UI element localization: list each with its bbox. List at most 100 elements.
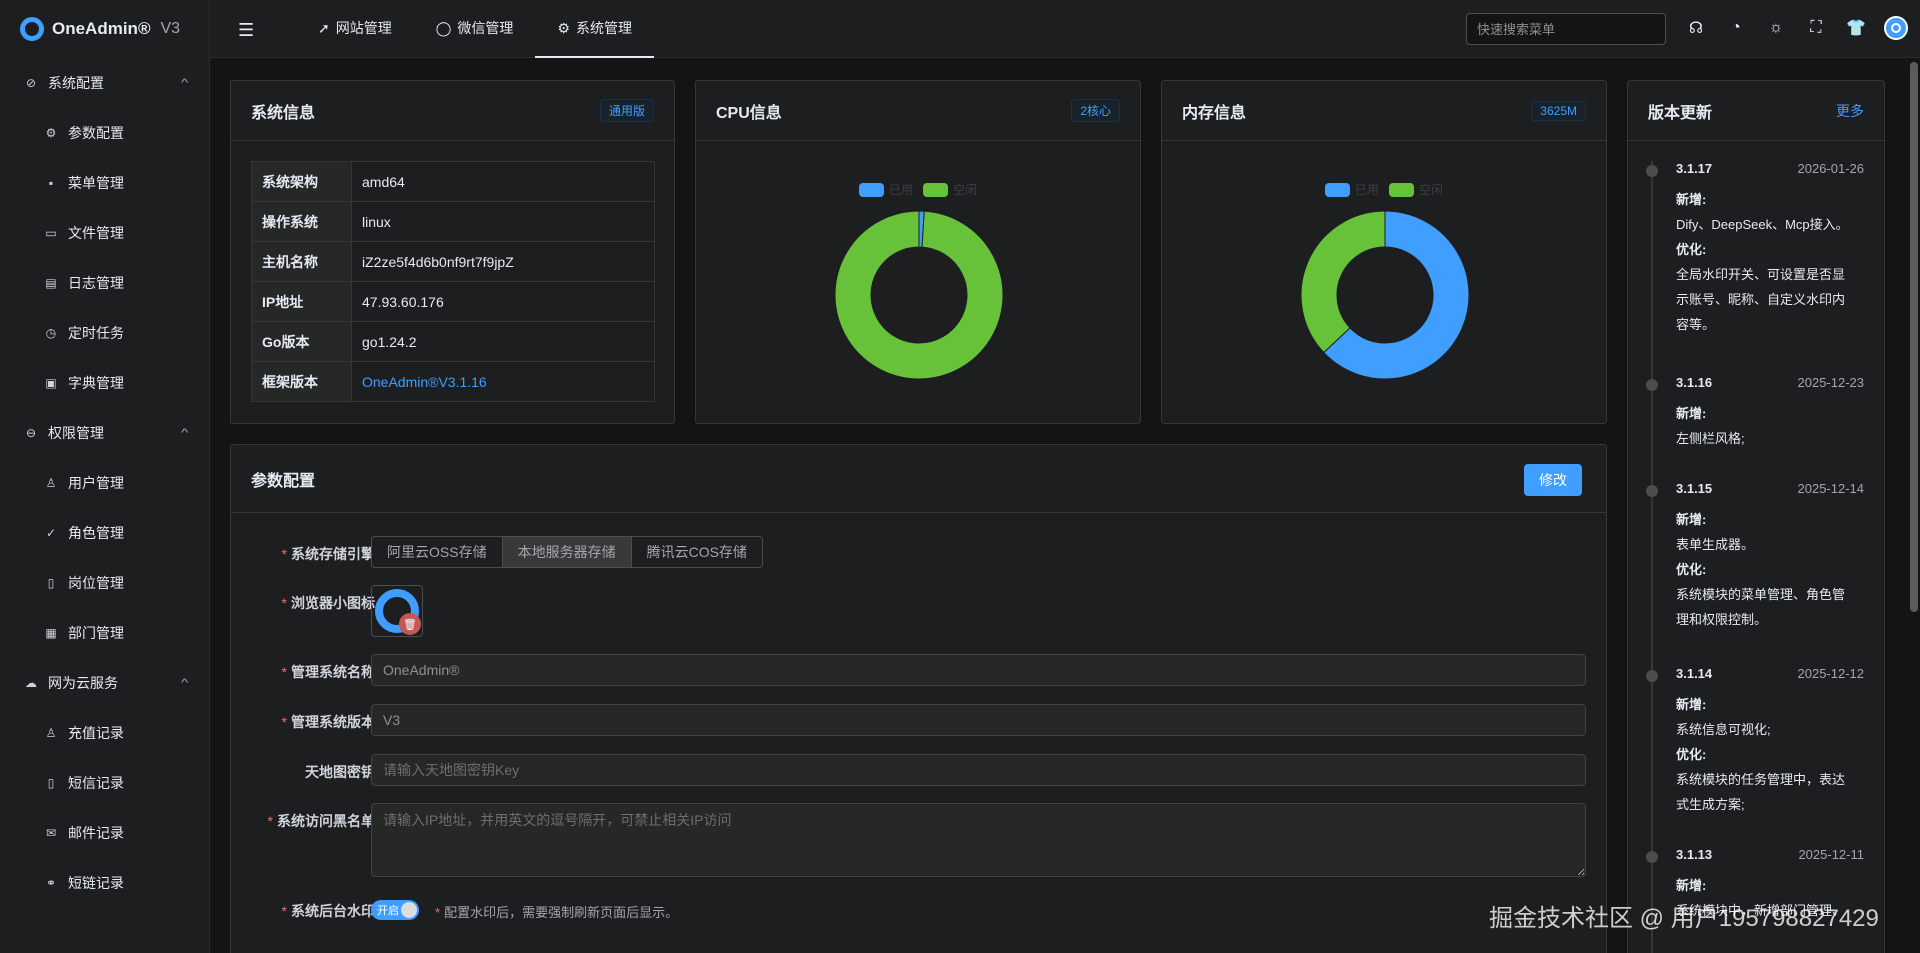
avatar[interactable] [1884, 16, 1908, 40]
blacklist-textarea[interactable] [371, 803, 1586, 877]
header-icons: ☊ ◔ ☼ ⛶ 👕 [1684, 16, 1908, 40]
sidebar-item-label: 邮件记录 [68, 825, 124, 841]
note-line: 表单生成器。 [1676, 537, 1755, 552]
palette-icon[interactable]: ◔ [1724, 16, 1748, 40]
sidebar-item-dict[interactable]: ▣ 字典管理 [0, 358, 209, 408]
sidebar-item-shortlink[interactable]: ⚭ 短链记录 [0, 858, 209, 908]
menu-group-label: 网为云服务 [48, 675, 118, 691]
timeline-dot [1646, 485, 1658, 497]
sidebar-item-label: 短链记录 [68, 875, 124, 891]
phone-icon: ▯ [47, 776, 55, 790]
version-date: 2025-12-11 [1798, 847, 1864, 862]
sidebar-item-posts[interactable]: ▯ 岗位管理 [0, 558, 209, 608]
timeline-item: 3.1.14 2025-12-12 新增: 系统信息可视化; 优化: 系统模块的任务管理中… [1646, 666, 1864, 817]
storage-option-local[interactable]: 本地服务器存储 [502, 536, 632, 568]
sidebar-item-menus[interactable]: ▪ 菜单管理 [0, 158, 209, 208]
favicon-preview: 🗑 [375, 589, 421, 635]
timeline-item: 3.1.15 2025-12-14 新增: 表单生成器。 优化: 系统模块的菜单管理、角色… [1646, 481, 1864, 632]
watermark-hint: * 配置水印后，需要强制刷新页面后显示。 [435, 905, 679, 920]
map-key-input[interactable] [371, 754, 1586, 786]
menu-group-permissions[interactable]: ⊖ 权限管理 ^ [0, 408, 209, 458]
row-key: 操作系统 [251, 201, 352, 242]
tab-system[interactable]: ⚙ 系统管理 [535, 0, 654, 58]
version-number: 3.1.16 [1676, 375, 1713, 390]
menu-search-input[interactable] [1466, 13, 1666, 45]
sidebar-item-files[interactable]: ▭ 文件管理 [0, 208, 209, 258]
menu-group-cloud[interactable]: ☁ 网为云服务 ^ [0, 658, 209, 708]
note-line: 优化: [1676, 562, 1707, 577]
notebook-icon: ▯ [47, 576, 55, 590]
sidebar-item-recharge[interactable]: ♙ 充值记录 [0, 708, 209, 758]
row-value: amd64 [351, 161, 655, 202]
card-header: 参数配置 [231, 445, 1606, 513]
sidebar-item-depts[interactable]: ▦ 部门管理 [0, 608, 209, 658]
sidebar-item-params[interactable]: ⚙ 参数配置 [0, 108, 209, 158]
framework-version-link[interactable]: OneAdmin®V3.1.16 [351, 361, 655, 402]
tab-wechat[interactable]: ◯ 微信管理 [414, 0, 536, 58]
row-key: 系统架构 [251, 161, 352, 202]
sidebar-item-cron[interactable]: ◷ 定时任务 [0, 308, 209, 358]
system-name-input[interactable] [371, 654, 1586, 686]
storage-option-aliyun[interactable]: 阿里云OSS存储 [371, 536, 503, 568]
sidebar-item-label: 字典管理 [68, 375, 124, 391]
sidebar-item-label: 短信记录 [68, 775, 124, 791]
user-icon: ♙ [45, 476, 57, 490]
shirt-icon[interactable]: 👕 [1844, 16, 1868, 40]
more-link[interactable]: 更多 [1836, 101, 1864, 121]
watermark-toggle[interactable]: 开启 [371, 900, 419, 920]
timeline-item: 3.1.16 2025-12-23 新增: 左侧栏风格; [1646, 375, 1864, 451]
sidebar-item-roles[interactable]: ✓ 角色管理 [0, 508, 209, 558]
folder-icon: ▭ [45, 226, 57, 240]
note-line: 左侧栏风格; [1676, 431, 1745, 446]
storage-radio-group: 阿里云OSS存储 本地服务器存储 腾讯云COS存储 [371, 536, 763, 568]
storage-option-tencent[interactable]: 腾讯云COS存储 [631, 536, 763, 568]
link-icon: ⚭ [45, 876, 57, 890]
check-circle-icon: ✓ [45, 526, 57, 540]
sidebar-item-label: 定时任务 [68, 325, 124, 341]
sidebar-item-users[interactable]: ♙ 用户管理 [0, 458, 209, 508]
top-header: ☰ ➚ 网站管理 ◯ 微信管理 ⚙ 系统管理 ☊ ◔ ☼ ⛶ 👕 [210, 0, 1920, 58]
menu-group-system-config[interactable]: ⊘ 系统配置 ^ [0, 58, 209, 108]
row-value: iZ2ze5f4d6b0nf9rt7f9jpZ [351, 241, 655, 282]
page-scrollbar[interactable] [1910, 62, 1918, 612]
sidebar-item-mail[interactable]: ✉ 邮件记录 [0, 808, 209, 858]
row-key: 框架版本 [251, 361, 352, 402]
note-line: 新增: [1676, 192, 1707, 207]
note-line: 全局水印开关、可设置是否显 [1676, 267, 1846, 282]
card-title: 版本更新 [1648, 104, 1713, 122]
version-date: 2025-12-12 [1797, 666, 1865, 681]
favicon-upload[interactable]: 🗑 [371, 585, 423, 637]
edit-button[interactable]: 修改 [1524, 464, 1582, 496]
note-line: Dify、DeepSeek、Mcp接入。 [1676, 217, 1849, 232]
version-date: 2026-01-26 [1797, 161, 1865, 176]
send-icon: ➚ [318, 19, 330, 36]
tab-label: 网站管理 [335, 20, 392, 36]
grid-icon: ▪ [48, 176, 54, 190]
donut-slice-free[interactable] [834, 210, 1004, 380]
donut-slice-free[interactable] [1300, 210, 1386, 354]
sidebar-item-label: 岗位管理 [68, 575, 124, 591]
book-icon: ▣ [45, 376, 57, 390]
row-key: 主机名称 [251, 241, 352, 282]
card-header: 版本更新 更多 [1628, 81, 1884, 141]
sidebar: OneAdmin® V3 ⊘ 系统配置 ^ ⚙ 参数配置 ▪ 菜单管理 ▭ 文件管理 … [0, 0, 210, 953]
menu-toggle-icon[interactable]: ☰ [238, 20, 254, 41]
tab-label: 系统管理 [575, 20, 632, 36]
timeline-dot [1646, 379, 1658, 391]
note-line: 容等。 [1676, 317, 1716, 332]
system-version-input[interactable] [371, 704, 1586, 736]
logo[interactable]: OneAdmin® V3 [0, 0, 209, 58]
tab-website[interactable]: ➚ 网站管理 [296, 0, 414, 58]
row-key: Go版本 [251, 321, 352, 362]
form-label: * 浏览器小图标 [281, 595, 375, 611]
cpu-donut-chart [834, 210, 1004, 380]
sun-icon[interactable]: ☼ [1764, 16, 1788, 40]
note-line: 系统模块的菜单管理、角色管 [1676, 587, 1846, 602]
delete-icon[interactable]: 🗑 [399, 613, 421, 635]
sidebar-item-logs[interactable]: ▤ 日志管理 [0, 258, 209, 308]
headset-icon[interactable]: ☊ [1684, 16, 1708, 40]
sidebar-item-sms[interactable]: ▯ 短信记录 [0, 758, 209, 808]
note-line: 新增: [1676, 878, 1707, 893]
fullscreen-icon[interactable]: ⛶ [1804, 16, 1828, 40]
settings-icon: ⊘ [25, 76, 37, 90]
